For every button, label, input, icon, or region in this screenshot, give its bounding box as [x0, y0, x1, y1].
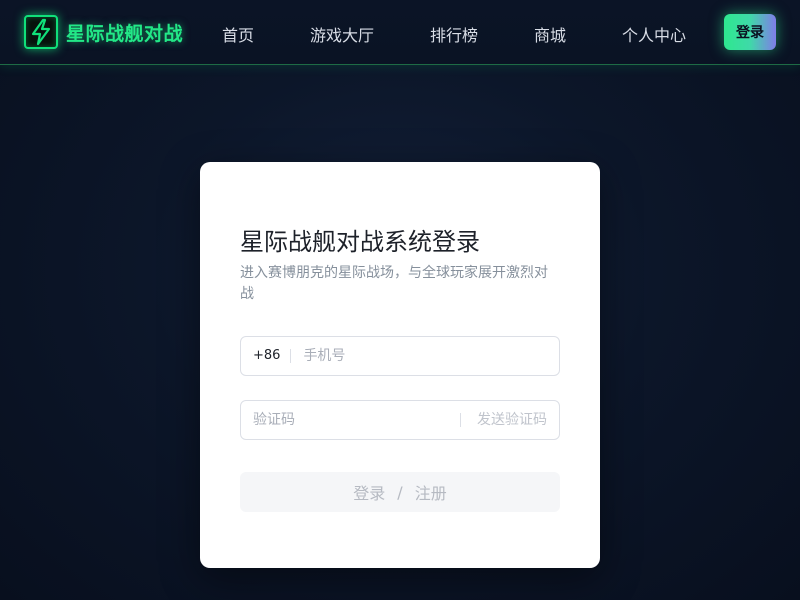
login-register-button[interactable]: 登录 / 注册	[240, 472, 560, 512]
login-title: 星际战舰对战系统登录	[240, 228, 480, 256]
login-subtitle: 进入赛博朋克的星际战场，与全球玩家展开激烈对战	[240, 265, 548, 302]
nav-item-game-lobby[interactable]: 游戏大厅	[310, 22, 374, 46]
brand[interactable]: 星际战舰对战	[24, 14, 183, 50]
nav-item-profile[interactable]: 个人中心	[622, 22, 686, 46]
lightning-icon	[24, 15, 58, 49]
brand-name: 星际战舰对战	[66, 22, 184, 45]
register-label: 注册	[414, 484, 447, 503]
header-login-button[interactable]: 登录	[724, 14, 776, 50]
top-navigation-bar: 星际战舰对战 首页 游戏大厅 排行榜 商城 个人中心 登录	[0, 0, 800, 65]
nav-item-home[interactable]: 首页	[222, 22, 254, 46]
send-code-button[interactable]: 发送验证码	[460, 413, 559, 427]
country-code-prefix[interactable]: +86	[241, 349, 292, 363]
phone-field: +86	[240, 336, 560, 376]
login-card: 星际战舰对战系统登录 进入赛博朋克的星际战场，与全球玩家展开激烈对战 +86 发…	[200, 162, 600, 568]
nav-item-leaderboard[interactable]: 排行榜	[430, 22, 478, 46]
verification-code-input[interactable]	[241, 401, 460, 439]
nav-item-store[interactable]: 商城	[534, 22, 566, 46]
code-field: 发送验证码	[240, 400, 560, 440]
phone-input[interactable]	[291, 337, 559, 375]
separator: /	[397, 482, 403, 502]
login-label: 登录	[353, 484, 386, 503]
